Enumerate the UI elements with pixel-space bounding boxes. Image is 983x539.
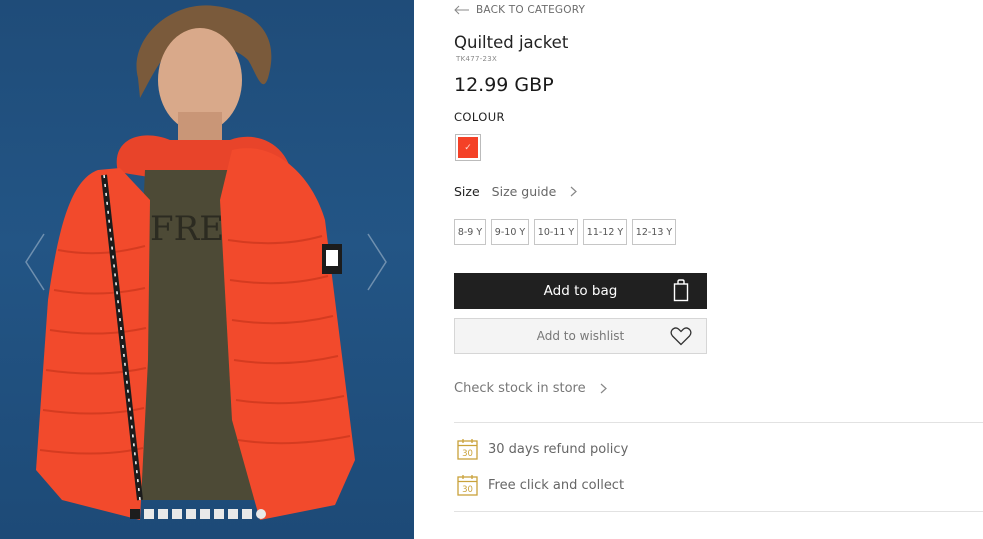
divider	[454, 511, 983, 512]
calendar-number: 30	[462, 485, 473, 495]
back-to-category-link[interactable]: BACK TO CATEGORY	[454, 4, 585, 16]
gallery-dot[interactable]	[200, 509, 210, 519]
gallery-dot[interactable]	[242, 509, 252, 519]
size-option[interactable]: 10-11 Y	[534, 219, 578, 245]
arrow-left-icon	[454, 5, 469, 15]
product-price: 12.99 GBP	[454, 74, 554, 96]
add-to-bag-button[interactable]: Add to bag	[454, 273, 707, 309]
shopping-bag-icon	[673, 279, 689, 302]
size-guide-link[interactable]: Size guide	[492, 184, 578, 199]
colour-swatch-red[interactable]: ✓	[455, 134, 481, 161]
chevron-right-icon	[600, 383, 607, 394]
product-photo: FREE	[36, 5, 355, 520]
size-option[interactable]: 12-13 Y	[632, 219, 676, 245]
swatch-fill: ✓	[458, 137, 478, 158]
gallery-next-arrow[interactable]	[366, 232, 388, 292]
gallery-dot[interactable]	[186, 509, 196, 519]
calendar-number: 30	[462, 449, 473, 459]
back-label: BACK TO CATEGORY	[476, 4, 586, 16]
gallery-dot[interactable]	[130, 509, 140, 519]
size-row: Size Size guide	[454, 184, 578, 199]
size-option[interactable]: 8-9 Y	[454, 219, 486, 245]
click-collect-label: Free click and collect	[488, 477, 625, 493]
gallery-dot[interactable]	[256, 509, 266, 519]
gallery-dot[interactable]	[144, 509, 154, 519]
product-gallery[interactable]: FREE	[0, 0, 414, 539]
gallery-dot[interactable]	[214, 509, 224, 519]
gallery-dot[interactable]	[172, 509, 182, 519]
product-title: Quilted jacket	[454, 33, 569, 52]
size-option[interactable]: 9-10 Y	[491, 219, 529, 245]
add-to-wishlist-button[interactable]: Add to wishlist	[454, 318, 707, 354]
size-option[interactable]: 11-12 Y	[583, 219, 627, 245]
calendar-icon: 30	[457, 475, 478, 496]
add-to-wishlist-label: Add to wishlist	[536, 329, 625, 343]
product-ref: TK477-23X	[456, 55, 498, 63]
gallery-dot[interactable]	[158, 509, 168, 519]
colour-label: COLOUR	[454, 110, 505, 124]
size-label: Size	[454, 184, 480, 199]
heart-icon	[670, 327, 692, 346]
gallery-dot[interactable]	[228, 509, 238, 519]
refund-policy-feature: 30 30 days refund policy	[457, 438, 628, 460]
add-to-bag-label: Add to bag	[543, 283, 618, 299]
divider	[454, 422, 983, 423]
click-collect-feature: 30 Free click and collect	[457, 474, 624, 496]
check-stock-link[interactable]: Check stock in store	[454, 381, 607, 396]
gallery-prev-arrow[interactable]	[24, 232, 46, 292]
gallery-pagination	[130, 509, 266, 519]
chevron-right-icon	[570, 186, 578, 197]
check-icon: ✓	[464, 142, 472, 153]
product-details: BACK TO CATEGORY Quilted jacket TK477-23…	[454, 0, 983, 539]
check-stock-label: Check stock in store	[454, 381, 586, 396]
calendar-icon: 30	[457, 439, 478, 460]
size-options: 8-9 Y 9-10 Y 10-11 Y 11-12 Y 12-13 Y	[454, 219, 676, 245]
size-guide-label: Size guide	[491, 184, 557, 199]
refund-policy-label: 30 days refund policy	[488, 441, 629, 457]
